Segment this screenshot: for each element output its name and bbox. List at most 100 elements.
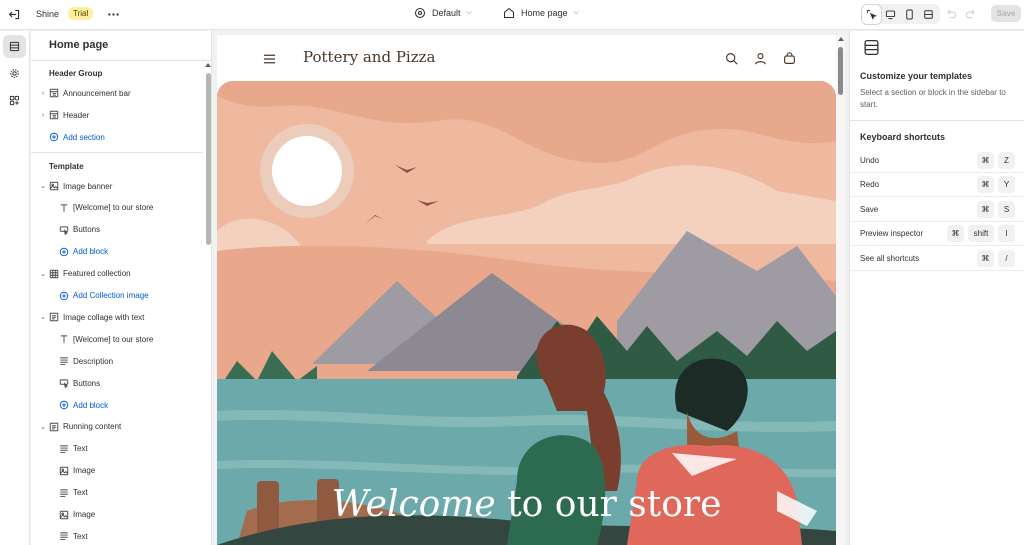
scroll-thumb[interactable] [838, 47, 843, 95]
account-icon[interactable] [754, 52, 767, 70]
undo-icon [947, 9, 957, 19]
keycap: Y [998, 176, 1015, 194]
device-toggle-group [862, 4, 940, 24]
scroll-up-arrow[interactable] [838, 37, 844, 41]
tree-item-label: Text [73, 488, 88, 498]
tree-item-label: Image collage with text [63, 312, 145, 322]
preview-scrollbar[interactable] [836, 35, 845, 545]
hero-heading-italic: Welcome [331, 484, 496, 525]
apps-rail-button[interactable] [3, 89, 26, 112]
tree-item-label: Add block [73, 247, 109, 257]
tree-block[interactable]: Text [59, 526, 211, 545]
mobile-view-button[interactable] [900, 5, 919, 24]
tree-item-label: Header [63, 110, 90, 120]
store-logo[interactable]: Pottery and Pizza [303, 48, 435, 66]
image-icon [59, 510, 69, 520]
chevron-down-icon[interactable]: ⌄ [37, 423, 49, 431]
add-block-button[interactable]: Add block [59, 242, 211, 262]
theme-selector[interactable]: Default ⌵ [414, 7, 472, 19]
sidebar-scrollbar[interactable] [204, 61, 211, 545]
tree-block[interactable]: Image [59, 461, 211, 481]
chevron-down-icon[interactable]: ⌄ [37, 313, 49, 321]
tree-item-label: Image [73, 466, 96, 476]
sections-rail-button[interactable] [3, 35, 26, 58]
keycap: S [998, 200, 1015, 218]
chevron-down-icon[interactable]: ⌄ [37, 182, 49, 190]
add-block-button[interactable]: Add block [59, 395, 211, 415]
tree-block[interactable]: Text [59, 439, 211, 459]
desktop-view-button[interactable] [881, 5, 900, 24]
more-actions-button[interactable] [107, 8, 120, 21]
templates-icon [863, 39, 880, 61]
add-block-button[interactable]: Add Collection image [59, 286, 211, 306]
tree-section[interactable]: ⌄ Running content [37, 417, 209, 437]
undo-button[interactable] [946, 8, 957, 19]
fullscreen-view-button[interactable] [919, 5, 938, 24]
theme-settings-rail-button[interactable] [3, 62, 26, 85]
chevron-down-icon: ⌵ [466, 9, 472, 16]
redo-icon [965, 9, 975, 19]
scroll-thumb[interactable] [206, 73, 211, 245]
plus-circle-icon [49, 132, 59, 142]
icon-rail [0, 31, 30, 545]
hero-heading[interactable]: Welcome to our store [217, 484, 836, 525]
redo-button[interactable] [965, 8, 976, 19]
tree-block[interactable]: [Welcome] to our store [59, 198, 211, 218]
store-preview: Pottery and Pizza Welcome to our store [217, 35, 845, 545]
keycap: shift [968, 225, 994, 243]
hero-heading-rest: to our store [495, 484, 722, 525]
chevron-down-icon[interactable]: ⌄ [37, 270, 49, 278]
tree-item-label: Running content [63, 422, 122, 432]
shortcut-row: Preview inspector Ishift ⌘ [850, 222, 1024, 247]
tree-block[interactable]: [Welcome] to our store [59, 329, 211, 349]
hero-illustration [217, 81, 836, 545]
shortcut-row: Undo Z ⌘ [850, 149, 1024, 173]
add-section-button[interactable]: Add section [49, 127, 211, 147]
plus-circle-icon [59, 291, 69, 301]
shortcut-row: See all shortcuts / ⌘ [850, 247, 1024, 271]
tree-item-label: Description [73, 356, 114, 366]
divider [31, 60, 211, 61]
tree-block[interactable]: Description [59, 351, 211, 371]
tree-section[interactable]: ⌄ Featured collection [37, 264, 209, 284]
page-selector[interactable]: Home page ⌵ [503, 7, 579, 19]
keycap: ⌘ [977, 176, 994, 194]
button-icon [59, 378, 69, 389]
exit-icon[interactable] [8, 8, 21, 21]
tree-block[interactable]: Image [59, 505, 211, 525]
inspector-button[interactable] [862, 4, 881, 24]
scroll-up-arrow[interactable] [205, 63, 211, 67]
tree-item-label: [Welcome] to our store [73, 334, 154, 344]
search-icon[interactable] [725, 52, 738, 70]
chevron-down-icon: ⌵ [573, 9, 579, 16]
tree-item-announcement-bar[interactable]: › Announcement bar [37, 83, 209, 103]
tree-item-header[interactable]: › Header [37, 105, 209, 125]
tree-section[interactable]: ⌄ Image collage with text [37, 307, 209, 327]
tree-block[interactable]: Buttons [59, 220, 211, 240]
chevron-right-icon: › [41, 89, 45, 97]
tree-section[interactable]: ⌄ Image banner [37, 176, 209, 196]
shortcut-label: Undo [860, 156, 880, 165]
tree-block[interactable]: Text [59, 483, 211, 503]
keycap: ⌘ [977, 152, 994, 169]
text-icon [59, 203, 69, 213]
section-icon [49, 110, 59, 120]
shortcut-label: See all shortcuts [860, 253, 920, 263]
plus-circle-icon [59, 400, 69, 410]
tree-item-label: Buttons [73, 225, 101, 235]
keycap: ⌘ [977, 249, 994, 267]
shortcut-label: Redo [860, 180, 880, 190]
paragraph-icon [59, 488, 69, 498]
keycap: Z [998, 152, 1015, 169]
shortcuts-title: Keyboard shortcuts [860, 132, 946, 142]
tree-block[interactable]: Buttons [59, 373, 211, 393]
cart-icon[interactable] [783, 52, 796, 70]
sections-sidebar: Home page Header Group › Announcement ba… [31, 31, 212, 545]
save-button[interactable]: Save [991, 5, 1021, 22]
cursor-select-icon [866, 9, 877, 20]
tree-item-label: Buttons [73, 378, 101, 388]
menu-icon[interactable] [263, 52, 276, 70]
hero-banner[interactable]: Welcome to our store [217, 81, 836, 545]
sections-icon [9, 41, 20, 52]
plus-circle-icon [59, 247, 69, 257]
